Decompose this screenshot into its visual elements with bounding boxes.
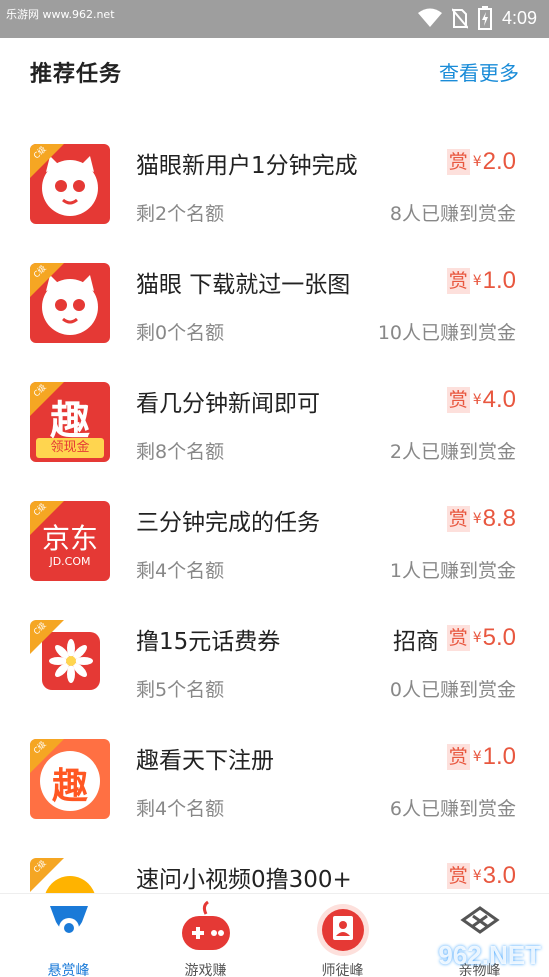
reward-badge: 赏 [446, 625, 470, 651]
slots-left: 剩8个名额 [136, 441, 225, 463]
battery-charging-icon [477, 6, 492, 30]
maoyan-icon: C级 [30, 263, 110, 343]
reward: 赏 ¥ 1.0 [446, 267, 516, 295]
task-name-overflow: 招商 [393, 629, 439, 655]
task-name: 看几分钟新闻即可 [136, 391, 320, 417]
task-name: 三分钟完成的任务 [136, 510, 320, 536]
task-item[interactable]: 趣 领现金 C级 看几分钟新闻即可 赏 ¥ 4.0 剩8个名额 2人已赚到赏金 [0, 342, 549, 463]
mentor-icon [316, 904, 369, 956]
task-item[interactable]: C级 猫眼新用户1分钟完成 赏 ¥ 2.0 剩2个名额 8人已赚到赏金 [0, 104, 549, 225]
page-title: 推荐任务 [30, 62, 123, 87]
flower-icon: C级 [30, 620, 110, 700]
task-name: 猫眼新用户1分钟完成 [136, 153, 358, 179]
reward-amount: 1.0 [482, 267, 516, 294]
reward: 赏 ¥ 2.0 [446, 148, 516, 176]
task-item[interactable]: C级 撸15元话费券 招商 赏 ¥ 5.0 剩5个名额 0人已赚到赏金 [0, 580, 549, 701]
earned-count: 10人已赚到赏金 [377, 322, 516, 344]
task-name: 撸15元话费券 [136, 629, 281, 655]
reward: 赏 ¥ 3.0 [446, 862, 516, 890]
reward-badge: 赏 [446, 149, 470, 175]
currency-symbol: ¥ [472, 511, 482, 527]
reward: 赏 ¥ 5.0 [446, 624, 516, 652]
bottom-nav: 悬赏峰 游戏赚 师徒峰 亲物峰 962.NET [0, 893, 549, 977]
currency-symbol: ¥ [472, 749, 482, 765]
clock: 4:09 [501, 7, 537, 28]
reward-badge: 赏 [446, 387, 470, 413]
bounty-icon [49, 906, 88, 938]
nav-bounty[interactable]: 悬赏峰 [0, 894, 137, 977]
icon-caption: 领现金 [36, 438, 104, 458]
reward-badge: 赏 [446, 506, 470, 532]
slots-left: 剩4个名额 [136, 798, 225, 820]
watermark-text: 乐游网 www.962.net [6, 8, 115, 21]
reward-amount: 5.0 [482, 624, 516, 651]
nav-mentor[interactable]: 师徒峰 [274, 894, 411, 977]
task-name: 速问小视频0撸300+ [136, 867, 352, 893]
jd-icon: 京东 JD.COM C级 [30, 501, 110, 581]
system-indicators: 4:09 [417, 6, 537, 30]
task-item[interactable]: 京东 JD.COM C级 三分钟完成的任务 赏 ¥ 8.8 剩4个名额 1人已赚… [0, 461, 549, 582]
task-name: 猫眼 下载就过一张图 [136, 272, 351, 298]
reward-amount: 8.8 [482, 505, 516, 532]
earned-count: 2人已赚到赏金 [389, 441, 516, 463]
gamepad-icon [181, 900, 230, 950]
suwen-icon: C级 [30, 858, 110, 898]
nav-game[interactable]: 游戏赚 [137, 894, 274, 977]
nav-label: 悬赏峰 [47, 963, 90, 977]
slots-left: 剩2个名额 [136, 203, 225, 225]
qukan-icon: 趣 C级 [30, 739, 110, 819]
reward: 赏 ¥ 4.0 [446, 386, 516, 414]
slots-left: 剩0个名额 [136, 322, 225, 344]
no-sim-icon [451, 8, 468, 29]
reward-amount: 3.0 [482, 862, 516, 889]
task-item[interactable]: 趣 C级 趣看天下注册 赏 ¥ 1.0 剩4个名额 6人已赚到赏金 [0, 699, 549, 820]
reward-amount: 1.0 [482, 743, 516, 770]
task-name: 趣看天下注册 [136, 748, 274, 774]
nav-label: 游戏赚 [184, 963, 227, 977]
task-item[interactable]: C级 猫眼 下载就过一张图 赏 ¥ 1.0 剩0个名额 10人已赚到赏金 [0, 223, 549, 344]
view-more-link[interactable]: 查看更多 [439, 57, 519, 86]
earned-count: 1人已赚到赏金 [389, 560, 516, 582]
currency-symbol: ¥ [472, 392, 482, 408]
icon-caption: JD.COM [49, 555, 91, 568]
reward: 赏 ¥ 1.0 [446, 743, 516, 771]
reward-badge: 赏 [446, 863, 470, 889]
currency-symbol: ¥ [472, 273, 482, 289]
slots-left: 剩5个名额 [136, 679, 225, 701]
earned-count: 0人已赚到赏金 [389, 679, 516, 701]
watermark-logo: 962.NET [438, 940, 541, 970]
nav-label: 师徒峰 [321, 963, 364, 977]
reward-amount: 4.0 [482, 386, 516, 413]
qutoutiao-icon: 趣 领现金 C级 [30, 382, 110, 462]
currency-symbol: ¥ [472, 630, 482, 646]
currency-symbol: ¥ [472, 154, 482, 170]
status-bar: 乐游网 www.962.net 4:09 [0, 0, 549, 38]
maoyan-icon: C级 [30, 144, 110, 224]
reward-badge: 赏 [446, 744, 470, 770]
reward-badge: 赏 [446, 268, 470, 294]
currency-symbol: ¥ [472, 868, 482, 884]
reward: 赏 ¥ 8.8 [446, 505, 516, 533]
reward-amount: 2.0 [482, 148, 516, 175]
wifi-icon [417, 8, 442, 27]
section-header: 推荐任务 查看更多 [0, 38, 549, 104]
earned-count: 6人已赚到赏金 [389, 798, 516, 820]
earned-count: 8人已赚到赏金 [389, 203, 516, 225]
slots-left: 剩4个名额 [136, 560, 225, 582]
